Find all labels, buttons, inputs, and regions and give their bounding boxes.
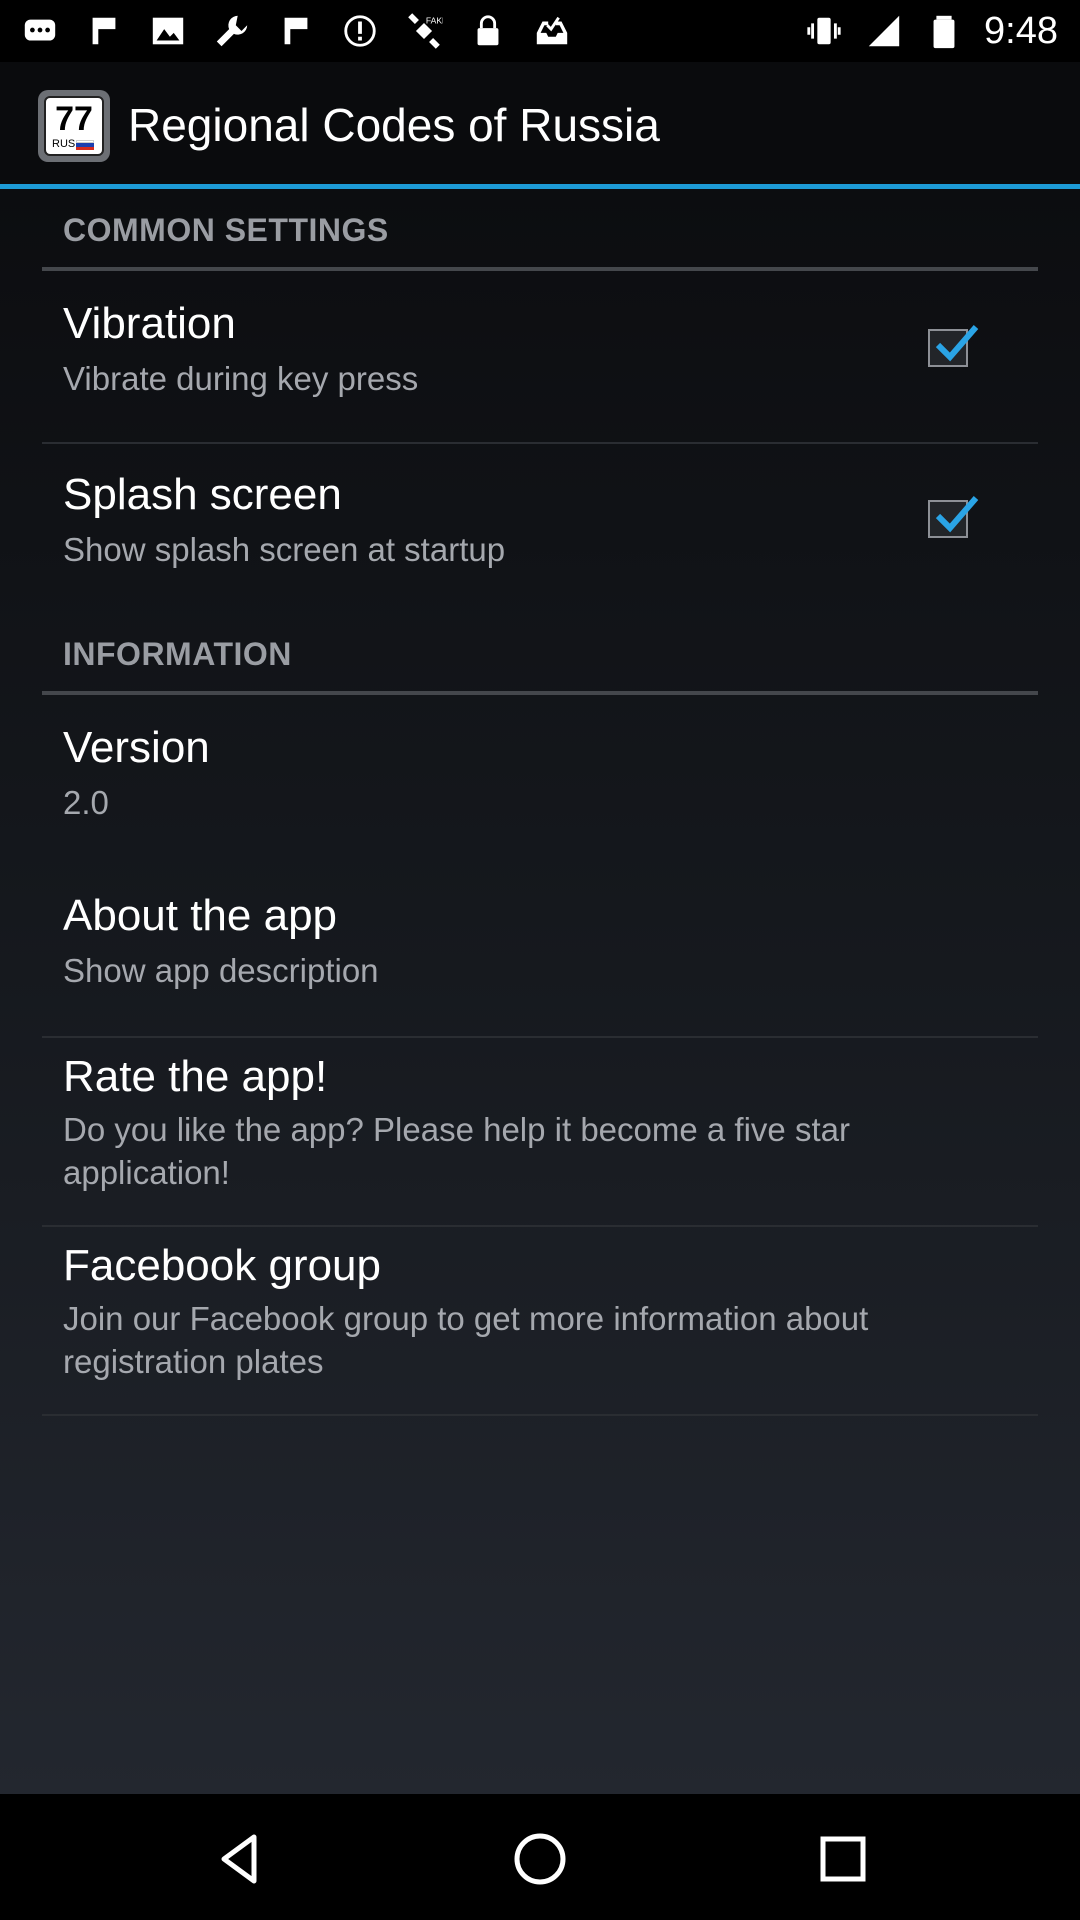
section-header-common-settings: COMMON SETTINGS: [63, 212, 389, 248]
setting-about-the-app[interactable]: About the app Show app description: [0, 865, 1080, 1037]
plate-region: RUS: [52, 138, 76, 150]
image-icon: [148, 11, 188, 51]
setting-facebook-group[interactable]: Facebook group Join our Facebook group t…: [0, 1227, 1080, 1415]
vibrate-icon: [804, 11, 844, 51]
system-icons: 9:48: [804, 10, 1058, 52]
recents-icon: [820, 1836, 866, 1882]
home-button[interactable]: [505, 1824, 575, 1894]
license-plate-icon: 77 RUS: [44, 96, 104, 156]
setting-subtitle: Do you like the app? Please help it beco…: [63, 1111, 850, 1191]
splash-screen-checkbox[interactable]: [928, 496, 979, 538]
home-icon: [514, 1833, 566, 1885]
setting-vibration[interactable]: Vibration Vibrate during key press: [0, 271, 1080, 443]
vibration-checkbox[interactable]: [928, 325, 979, 367]
setting-version[interactable]: Version 2.0: [0, 695, 1080, 865]
setting-splash-screen[interactable]: Splash screen Show splash screen at star…: [0, 444, 1080, 616]
recents-button[interactable]: [808, 1824, 878, 1894]
checkmark-icon: [935, 496, 979, 533]
lock-icon: [468, 11, 508, 51]
setting-subtitle: 2.0: [63, 784, 109, 821]
clock: 9:48: [984, 9, 1058, 52]
setting-subtitle: Show splash screen at startup: [63, 531, 506, 568]
setting-title: Splash screen: [63, 470, 342, 519]
app-title: Regional Codes of Russia: [128, 99, 660, 151]
setting-rate-the-app[interactable]: Rate the app! Do you like the app? Pleas…: [0, 1038, 1080, 1226]
notification-icons: FAKE: [20, 10, 572, 52]
action-bar: 77 RUS Regional Codes of Russia: [0, 62, 1080, 186]
app-icon[interactable]: 77 RUS: [38, 90, 110, 162]
setting-title: About the app: [63, 891, 338, 940]
back-icon: [221, 1834, 257, 1884]
messages-icon: [20, 11, 60, 51]
bookmark-icon: [276, 11, 316, 51]
list-divider: [42, 1414, 1038, 1416]
back-button[interactable]: [205, 1824, 275, 1894]
navigation-bar: [0, 1794, 1080, 1920]
plate-number: 77: [55, 100, 93, 138]
satellite-icon: FAKE: [404, 11, 444, 51]
signal-icon: [864, 11, 904, 51]
checkmark-icon: [935, 325, 979, 362]
bookmark-icon: [84, 11, 124, 51]
setting-subtitle: Show app description: [63, 952, 379, 989]
wrench-icon: [212, 11, 252, 51]
setting-title: Rate the app!: [63, 1052, 328, 1101]
svg-text:FAKE: FAKE: [426, 15, 443, 25]
setting-title: Version: [63, 723, 210, 772]
russian-flag-icon: [76, 140, 94, 150]
setting-title: Facebook group: [63, 1241, 381, 1290]
setting-title: Vibration: [63, 299, 236, 348]
alert-icon: [340, 11, 380, 51]
status-bar: FAKE 9:48: [0, 0, 1080, 62]
battery-icon: [924, 11, 964, 51]
section-header-information: INFORMATION: [63, 636, 292, 672]
setting-subtitle: Join our Facebook group to get more info…: [63, 1300, 869, 1380]
settings-list: COMMON SETTINGS Vibration Vibrate during…: [0, 189, 1080, 1794]
setting-subtitle: Vibrate during key press: [63, 360, 419, 397]
tray-check-icon: [532, 11, 572, 51]
